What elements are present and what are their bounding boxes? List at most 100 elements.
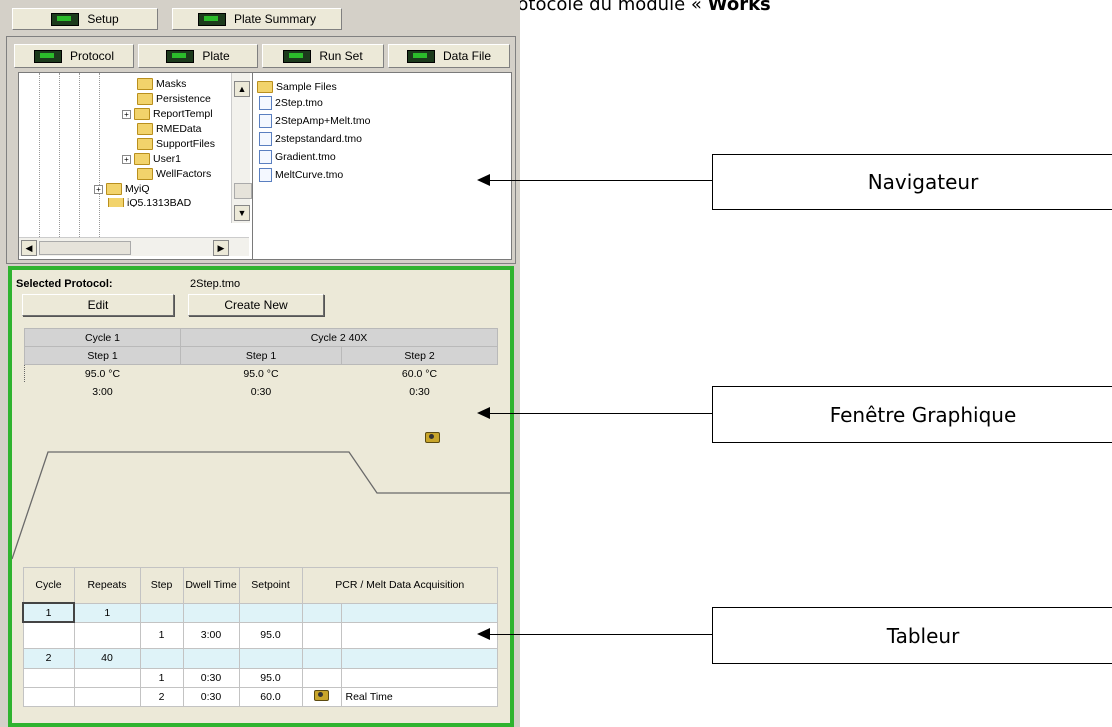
- file-item-2stepstandard[interactable]: 2stepstandard.tmo: [259, 132, 362, 146]
- tree-item-supportfiles[interactable]: SupportFiles: [137, 138, 215, 150]
- cell-cycle[interactable]: [22, 686, 75, 707]
- table-row[interactable]: 2 0:30 60.0 Real Time: [22, 686, 498, 707]
- tab-data-file[interactable]: Data File: [388, 44, 510, 68]
- cell-step[interactable]: 1: [139, 621, 184, 649]
- protocol-table: Cycle 1 Cycle 2 40X Step 1 Step 1 Step 2…: [24, 328, 498, 401]
- cell-cycle[interactable]: 2: [22, 647, 75, 669]
- tree-item-reporttempl[interactable]: + ReportTempl: [122, 108, 213, 120]
- scroll-thumb[interactable]: [234, 183, 252, 199]
- file-item-2step[interactable]: 2Step.tmo: [259, 96, 323, 110]
- folder-tree[interactable]: Masks Persistence + ReportTempl RMEData S…: [18, 72, 254, 260]
- tree-item-myiq[interactable]: + MyiQ: [94, 183, 150, 195]
- cell-repeats[interactable]: 40: [73, 647, 141, 669]
- cell-acq-icon[interactable]: [301, 667, 342, 688]
- step-temperature[interactable]: 95.0 °C: [24, 364, 181, 383]
- cell-acq-icon[interactable]: [301, 686, 342, 707]
- led-indicator-icon: [166, 49, 195, 63]
- folder-icon: [137, 168, 153, 180]
- file-item-meltcurve[interactable]: MeltCurve.tmo: [259, 168, 343, 182]
- step-dwell-time[interactable]: 0:30: [342, 383, 498, 401]
- cell-acq-icon[interactable]: [301, 602, 342, 623]
- scroll-thumb[interactable]: [39, 241, 131, 255]
- cell-acquisition[interactable]: [340, 621, 498, 649]
- folder-icon: [137, 93, 153, 105]
- tree-item-masks[interactable]: Masks: [137, 78, 186, 90]
- file-item-label: 2stepstandard.tmo: [275, 133, 362, 145]
- tab-plate[interactable]: Plate: [138, 44, 258, 68]
- tree-item-rmedata[interactable]: RMEData: [137, 123, 202, 135]
- cell-repeats[interactable]: [73, 667, 141, 688]
- tab-setup[interactable]: Setup: [12, 8, 158, 30]
- cell-setpoint[interactable]: 60.0: [238, 686, 303, 707]
- cell-setpoint[interactable]: 95.0: [238, 621, 303, 649]
- cell-repeats[interactable]: [73, 621, 141, 649]
- cell-step[interactable]: [139, 602, 184, 623]
- tree-vertical-scrollbar[interactable]: ▲ ▼: [231, 73, 252, 223]
- step-temperature[interactable]: 95.0 °C: [181, 365, 342, 383]
- tree-item-iq5[interactable]: iQ5.1313BAD: [108, 198, 191, 207]
- protocol-grid: Cycle Repeats Step Dwell Time Setpoint P…: [22, 567, 498, 707]
- cell-setpoint[interactable]: [238, 602, 303, 623]
- cell-acquisition[interactable]: [340, 647, 498, 669]
- cell-repeats[interactable]: [73, 686, 141, 707]
- cell-cycle[interactable]: 1: [22, 602, 75, 623]
- tab-protocol[interactable]: Protocol: [14, 44, 134, 68]
- file-item-gradient[interactable]: Gradient.tmo: [259, 150, 336, 164]
- led-indicator-icon: [33, 49, 62, 63]
- create-new-button[interactable]: Create New: [188, 294, 324, 316]
- arrow-left-icon: [477, 174, 490, 186]
- cell-cycle[interactable]: [22, 621, 75, 649]
- tree-horizontal-scrollbar[interactable]: ◀ ▶: [19, 237, 249, 256]
- file-item-2stepamp-melt[interactable]: 2StepAmp+Melt.tmo: [259, 114, 370, 128]
- table-row[interactable]: 1 0:30 95.0: [22, 667, 498, 688]
- callout-fenetre-graphique: Fenêtre Graphique: [712, 386, 1112, 443]
- cell-dwell[interactable]: 0:30: [182, 667, 240, 688]
- edit-button[interactable]: Edit: [22, 294, 174, 316]
- tree-item-label: MyiQ: [125, 183, 150, 195]
- selected-protocol-label: Selected Protocol:: [16, 278, 113, 290]
- cell-setpoint[interactable]: 95.0: [238, 667, 303, 688]
- cell-step[interactable]: [139, 647, 184, 669]
- cell-step[interactable]: 1: [139, 667, 184, 688]
- step-temperature[interactable]: 60.0 °C: [342, 365, 498, 383]
- cell-dwell[interactable]: [182, 647, 240, 669]
- scroll-right-icon[interactable]: ▶: [213, 240, 229, 256]
- tab-plate-summary[interactable]: Plate Summary: [172, 8, 342, 30]
- cell-dwell[interactable]: 3:00: [182, 621, 240, 649]
- cell-acq-icon[interactable]: [301, 621, 342, 649]
- cell-dwell[interactable]: [182, 602, 240, 623]
- expand-icon[interactable]: +: [94, 184, 103, 194]
- expand-icon[interactable]: +: [122, 109, 131, 119]
- scroll-left-icon[interactable]: ◀: [21, 240, 37, 256]
- tab-plate-summary-label: Plate Summary: [233, 12, 317, 26]
- table-row[interactable]: 1 1: [22, 602, 498, 623]
- column-header-repeats: Repeats: [73, 567, 141, 604]
- cell-repeats[interactable]: 1: [73, 602, 141, 623]
- cell-acquisition[interactable]: [340, 667, 498, 688]
- cell-step[interactable]: 2: [139, 686, 184, 707]
- tab-run-set[interactable]: Run Set: [262, 44, 384, 68]
- tree-item-label: Masks: [156, 78, 187, 90]
- expand-icon[interactable]: +: [122, 154, 131, 164]
- file-item-sample-files[interactable]: Sample Files: [257, 81, 337, 93]
- tree-item-label: WellFactors: [156, 168, 212, 180]
- step-dwell-time[interactable]: 0:30: [181, 383, 342, 401]
- tree-item-persistence[interactable]: Persistence: [137, 93, 211, 105]
- file-list[interactable]: Sample Files 2Step.tmo 2StepAmp+Melt.tmo…: [252, 72, 512, 260]
- file-icon: [259, 150, 272, 164]
- tree-item-label: Persistence: [156, 93, 211, 105]
- column-header-dwell-time: Dwell Time: [182, 567, 240, 604]
- cell-setpoint[interactable]: [238, 647, 303, 669]
- cell-acquisition[interactable]: Real Time: [340, 686, 498, 707]
- cell-acq-icon[interactable]: [301, 647, 342, 669]
- table-row[interactable]: 1 3:00 95.0: [22, 621, 498, 649]
- scroll-down-icon[interactable]: ▼: [234, 205, 250, 221]
- cell-dwell[interactable]: 0:30: [182, 686, 240, 707]
- cell-cycle[interactable]: [22, 667, 75, 688]
- tree-item-user1[interactable]: + User1: [122, 153, 181, 165]
- table-row[interactable]: 2 40: [22, 647, 498, 669]
- step-dwell-time[interactable]: 3:00: [25, 383, 181, 401]
- cell-acquisition[interactable]: [340, 602, 498, 623]
- tree-item-wellfactors[interactable]: WellFactors: [137, 168, 211, 180]
- scroll-up-icon[interactable]: ▲: [234, 81, 250, 97]
